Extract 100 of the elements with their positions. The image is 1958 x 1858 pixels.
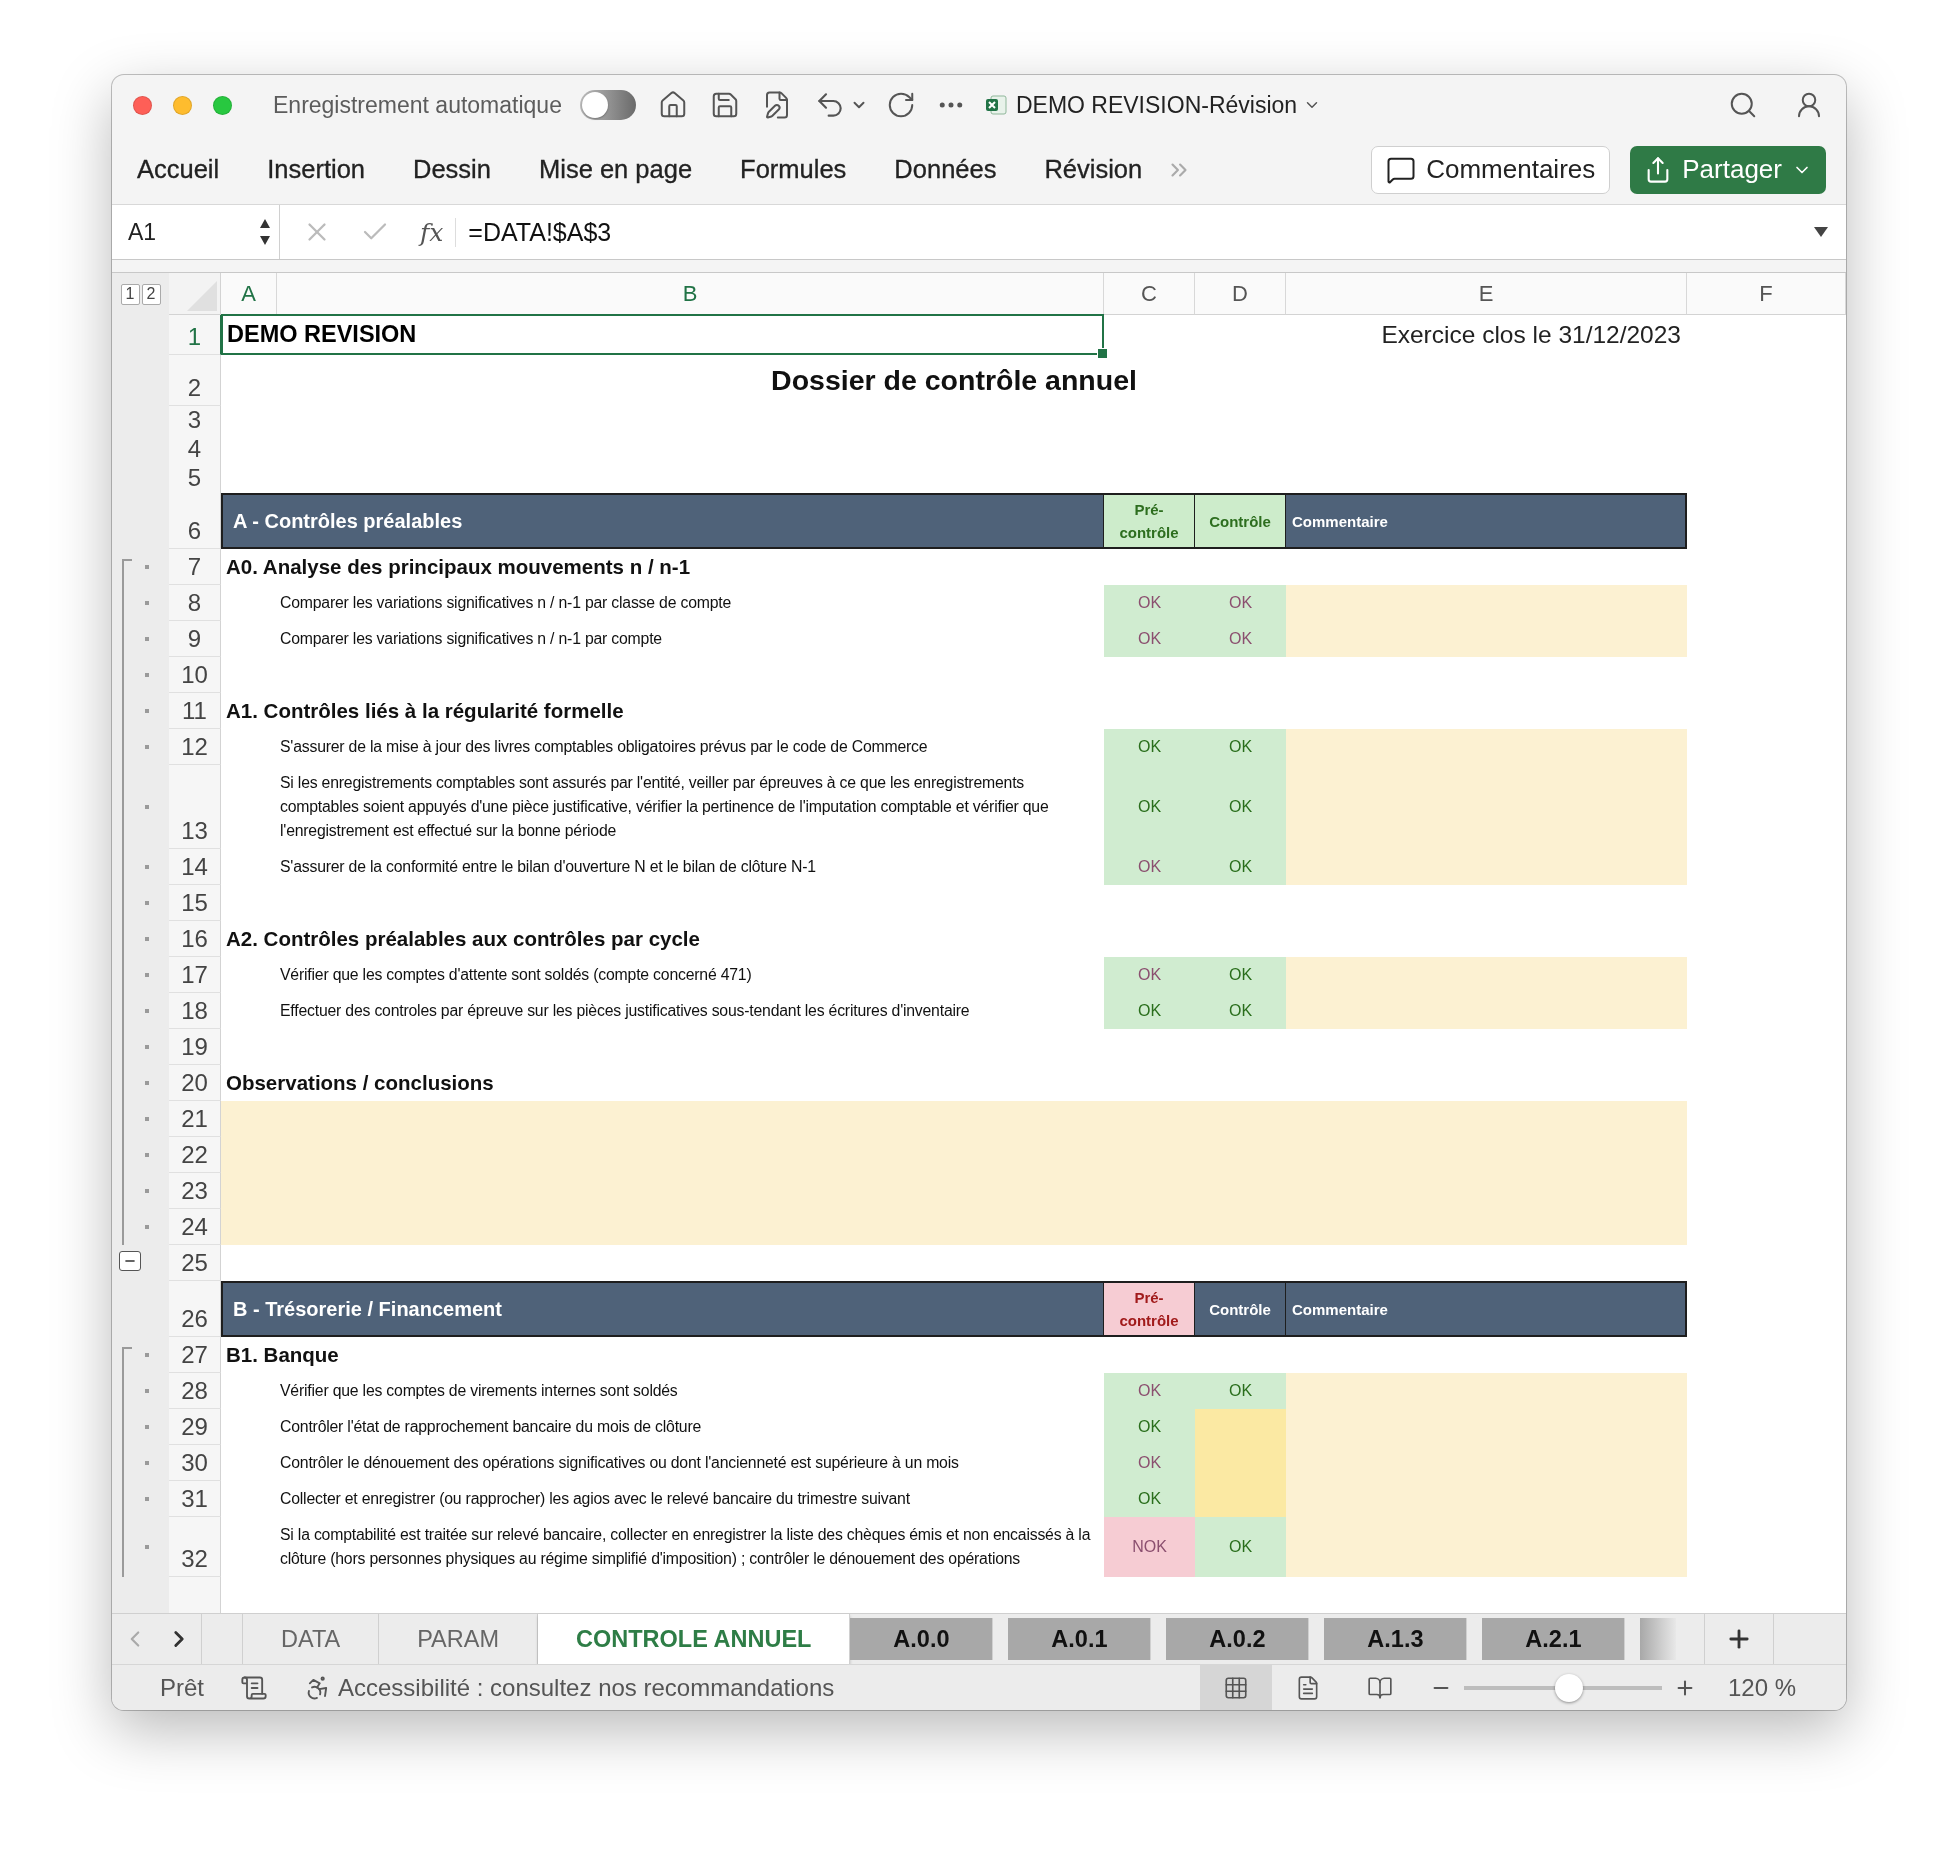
row-header[interactable]: 20 [169, 1065, 221, 1101]
control-header: Contrôle [1195, 493, 1286, 549]
grid-icon [1222, 1674, 1249, 1701]
sheet-tab[interactable]: A.0.1 [1008, 1618, 1152, 1660]
row-header[interactable]: 9 [169, 621, 221, 657]
row-header[interactable]: 13 [169, 765, 221, 849]
autosave-toggle[interactable] [579, 90, 636, 120]
control-header: Contrôle [1195, 1281, 1286, 1337]
row-header[interactable]: 5 [169, 464, 221, 496]
fill-handle[interactable] [1097, 348, 1108, 359]
expand-icon[interactable] [1814, 227, 1828, 237]
sheet-tab[interactable]: A.0.0 [850, 1618, 994, 1660]
zoom-reading: 120 % [1727, 1673, 1796, 1702]
control-item-text: S'assurer de la conformité entre le bilan d'ouverture N et le bilan de clôture N-1 [279, 857, 817, 877]
sheet-tab[interactable]: A.1.3 [1324, 1618, 1468, 1660]
row-header[interactable]: 19 [169, 1029, 221, 1065]
row-header[interactable]: 6 [169, 493, 221, 549]
group-heading: A0. Analyse des principaux mouvements n / n-1 [225, 554, 692, 580]
name-box[interactable]: A1 [112, 205, 280, 259]
column-header[interactable]: F [1687, 273, 1846, 315]
insert-function-button[interactable]: fx [420, 217, 457, 247]
row-header[interactable]: 29 [169, 1409, 221, 1445]
row-header[interactable]: 7 [169, 549, 221, 585]
status-text: OK [1228, 1538, 1253, 1556]
control-item-text: Si les enregistrements comptables sont assurés par l'entité, veiller par épreuves à ce que les enregistrements comptables soient appuyés d'une pièce justificative, vérifier la pertinence de l'imputation comptable et vérifier que l'enregistrement est effectué sur la bonne période [279, 773, 1050, 841]
column-header[interactable]: C [1104, 273, 1195, 315]
group-heading: Observations / conclusions [225, 1070, 495, 1096]
row-header[interactable]: 22 [169, 1137, 221, 1173]
group-heading: B1. Banque [225, 1342, 340, 1368]
row-header[interactable]: 23 [169, 1173, 221, 1209]
ribbon-tab[interactable]: Insertion [267, 155, 365, 184]
row-header[interactable]: 16 [169, 921, 221, 957]
spinner-icon[interactable] [259, 217, 271, 247]
ribbon-tab[interactable]: Dessin [413, 155, 491, 184]
row-header[interactable]: 12 [169, 729, 221, 765]
column-header[interactable]: B [277, 273, 1104, 315]
row-header[interactable]: 8 [169, 585, 221, 621]
control-item-text: S'assurer de la mise à jour des livres comptables obligatoires prévus par le code de Commerce [279, 737, 929, 757]
column-header[interactable]: A [221, 273, 277, 315]
status-text: OK [1137, 966, 1162, 984]
row-header[interactable]: 25 [169, 1245, 221, 1281]
status-text: OK [1137, 738, 1162, 756]
row-header[interactable]: 3 [169, 406, 221, 438]
status-text: OK [1137, 1418, 1162, 1436]
book-icon [1366, 1674, 1393, 1701]
row-header[interactable]: 10 [169, 657, 221, 693]
row-header[interactable]: 31 [169, 1481, 221, 1517]
status-text: OK [1137, 858, 1162, 876]
status-text: OK [1137, 1454, 1162, 1472]
sheet-heading: Dossier de contrôle annuel [770, 363, 1138, 398]
collapse-group-button[interactable] [119, 1251, 141, 1271]
row-header[interactable]: 27 [169, 1337, 221, 1373]
sheet-tab[interactable]: CONTROLE ANNUEL [538, 1614, 851, 1664]
ribbon-tab[interactable]: Données [894, 155, 997, 184]
close-button[interactable] [133, 95, 152, 115]
ribbon-tab[interactable]: Formules [740, 155, 847, 184]
row-header[interactable]: 2 [169, 355, 221, 406]
row-header[interactable]: 1 [169, 315, 221, 355]
search-icon[interactable] [1728, 90, 1758, 120]
accessibility-link[interactable]: Accessibilité : consultez nos recommandations [338, 1673, 835, 1702]
control-item-text: Comparer les variations significatives n / n-1 par classe de compte [279, 593, 733, 613]
pre-control-header: Pré-contrôle [1104, 493, 1195, 549]
share-button[interactable]: Partager [1630, 145, 1826, 194]
row-header[interactable]: 28 [169, 1373, 221, 1409]
control-item-text: Contrôler l'état de rapprochement bancaire du mois de clôture [279, 1417, 703, 1437]
autosave-label: Enregistrement automatique [273, 91, 562, 119]
row-header[interactable]: 17 [169, 957, 221, 993]
document-title[interactable]: DEMO REVISION-Révision [1015, 91, 1298, 119]
status-text: OK [1228, 966, 1253, 984]
row-header[interactable]: 18 [169, 993, 221, 1029]
ribbon-tab[interactable]: Révision [1044, 155, 1143, 184]
row-header[interactable]: 30 [169, 1445, 221, 1481]
zoom-thumb[interactable] [1554, 1673, 1583, 1702]
column-header[interactable]: E [1286, 273, 1687, 315]
outline-level-button[interactable]: 1 [120, 283, 140, 305]
sheet-tab[interactable]: A.2.1 [1482, 1618, 1626, 1660]
sheet-tab[interactable]: A.0.2 [1166, 1618, 1310, 1660]
control-item-text: Vérifier que les comptes d'attente sont soldés (compte concerné 471) [279, 965, 753, 985]
column-header[interactable]: D [1195, 273, 1286, 315]
status-text: OK [1228, 1382, 1253, 1400]
control-item-text: Effectuer des controles par épreuve sur les pièces justificatives sous-tendant les écritures d'inventaire [279, 1001, 971, 1021]
fiscal-year-text: Exercice clos le 31/12/2023 [1380, 320, 1682, 350]
row-header[interactable]: 11 [169, 693, 221, 729]
ribbon-tab[interactable]: Mise en page [538, 155, 693, 184]
status-text: OK [1137, 594, 1162, 612]
row-header[interactable]: 15 [169, 885, 221, 921]
row-header[interactable]: 14 [169, 849, 221, 885]
outline-level-button[interactable]: 2 [141, 283, 161, 305]
row-header[interactable]: 26 [169, 1281, 221, 1337]
section-header: B - Trésorerie / Financement [221, 1281, 1104, 1337]
status-text: Prêt [160, 1673, 204, 1702]
row-header[interactable]: 24 [169, 1209, 221, 1245]
comments-button[interactable]: Commentaires [1371, 145, 1611, 194]
row-header[interactable]: 32 [169, 1517, 221, 1577]
status-text: OK [1137, 1002, 1162, 1020]
row-header[interactable]: 21 [169, 1101, 221, 1137]
ribbon-tab[interactable]: Accueil [137, 155, 220, 184]
row-header[interactable]: 4 [169, 435, 221, 467]
view-button[interactable] [1199, 1665, 1272, 1710]
formula-field[interactable]: =DATA!$A$3 [468, 217, 612, 247]
